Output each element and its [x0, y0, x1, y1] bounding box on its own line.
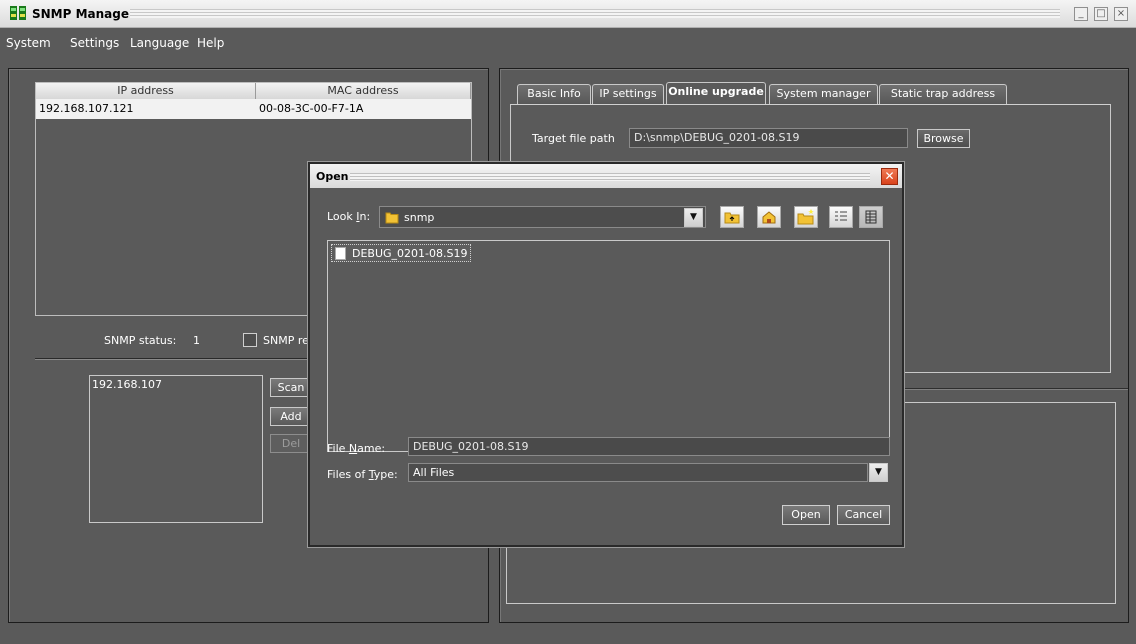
tab-basic-info[interactable]: Basic Info [517, 84, 591, 104]
tab-online-upgrade[interactable]: Online upgrade [666, 82, 766, 105]
file-type-select[interactable]: All Files [408, 463, 868, 482]
tab-system-manager[interactable]: System manager [769, 84, 878, 104]
look-in-label: Look In: [327, 210, 371, 223]
snmp-status-label: SNMP status: [104, 334, 177, 347]
open-button[interactable]: Open [782, 505, 830, 525]
home-icon[interactable] [757, 206, 781, 228]
up-folder-icon[interactable] [720, 206, 744, 228]
cancel-button[interactable]: Cancel [837, 505, 890, 525]
look-in-select[interactable]: snmp [379, 206, 706, 228]
chevron-down-icon[interactable]: ▼ [684, 208, 703, 227]
dialog-title-bar: Open ✕ [310, 164, 902, 188]
dialog-title-stripes [350, 173, 870, 181]
snmp-checkbox-label: SNMP re [263, 334, 309, 347]
title-bar-stripes [130, 9, 1060, 18]
network-list[interactable]: 192.168.107 [89, 375, 263, 523]
target-file-label: Target file path [532, 132, 615, 145]
add-button[interactable]: Add [270, 407, 312, 426]
menu-system[interactable]: System [6, 36, 51, 50]
del-button[interactable]: Del [270, 434, 312, 453]
menu-settings[interactable]: Settings [70, 36, 119, 50]
scan-button[interactable]: Scan [270, 378, 312, 397]
minimize-icon[interactable]: _ [1074, 7, 1088, 21]
ip-cell: 192.168.107.121 [39, 102, 134, 115]
folder-icon [385, 212, 399, 224]
details-view-icon[interactable] [859, 206, 883, 228]
look-in-value: snmp [404, 211, 435, 224]
file-type-label: Files of Type: [327, 468, 398, 481]
file-name-field[interactable]: DEBUG_0201-08.S19 [408, 437, 890, 456]
menu-language[interactable]: Language [130, 36, 189, 50]
file-name-label: File Name: [327, 442, 386, 455]
window-title: SNMP Manager [32, 7, 135, 21]
file-list[interactable]: DEBUG_0201-08.S19 [327, 240, 890, 452]
ip-column-header[interactable]: IP address [36, 83, 256, 99]
file-name: DEBUG_0201-08.S19 [352, 247, 468, 260]
mac-cell: 00-08-3C-00-F7-1A [259, 102, 364, 115]
divider [35, 358, 325, 359]
open-dialog: Open ✕ Look In: snmp ▼ DEBUG_0201-08.S19… [308, 162, 904, 547]
snmp-checkbox[interactable] [243, 333, 257, 347]
file-icon [335, 247, 346, 260]
list-item[interactable]: 192.168.107 [92, 378, 162, 391]
target-file-field[interactable]: D:\snmp\DEBUG_0201-08.S19 [629, 128, 908, 148]
list-view-icon[interactable] [829, 206, 853, 228]
tab-static-trap-address[interactable]: Static trap address [879, 84, 1007, 104]
browse-button[interactable]: Browse [917, 129, 970, 148]
app-icon [10, 6, 26, 20]
dialog-title: Open [316, 170, 349, 183]
mac-column-header[interactable]: MAC address [256, 83, 471, 99]
menu-help[interactable]: Help [197, 36, 224, 50]
chevron-down-icon[interactable]: ▼ [869, 463, 888, 482]
maximize-icon[interactable]: □ [1094, 7, 1108, 21]
title-bar: SNMP Manager _ □ × [0, 0, 1136, 28]
tab-ip-settings[interactable]: IP settings [592, 84, 664, 104]
table-row[interactable]: 192.168.107.121 00-08-3C-00-F7-1A [36, 99, 471, 119]
menu-bar: System Settings Language Help [0, 28, 1136, 58]
new-folder-icon[interactable] [794, 206, 818, 228]
list-item[interactable]: DEBUG_0201-08.S19 [331, 244, 472, 262]
close-icon[interactable]: ✕ [881, 168, 898, 185]
close-icon[interactable]: × [1114, 7, 1128, 21]
snmp-status-value: 1 [193, 334, 200, 347]
